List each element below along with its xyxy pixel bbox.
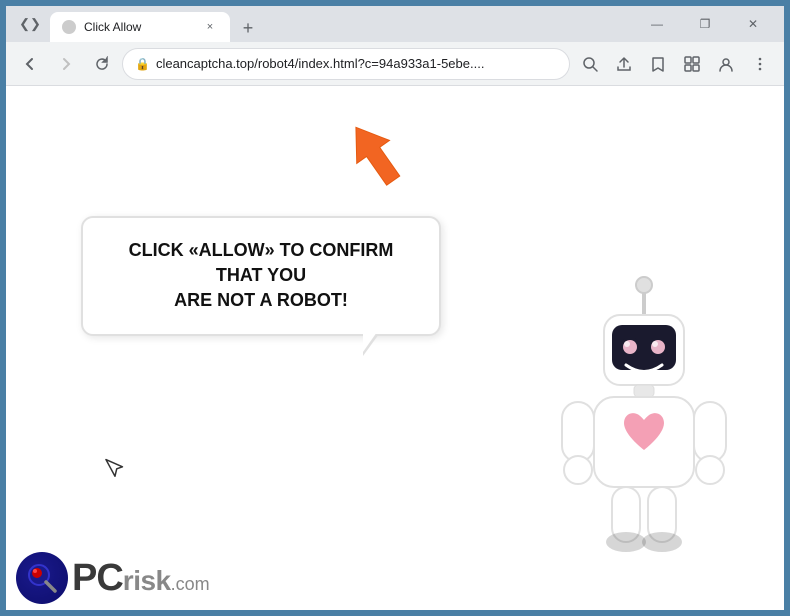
title-bar: ❮❯ Click Allow × + — ❐ ✕: [6, 6, 784, 42]
tab-area: Click Allow × +: [50, 6, 630, 42]
url-text: cleancaptcha.top/robot4/index.html?c=94a…: [156, 56, 557, 71]
back-button[interactable]: [14, 48, 46, 80]
tab-title: Click Allow: [84, 20, 194, 34]
browser-window: ❮❯ Click Allow × + — ❐ ✕ 🔒: [3, 3, 787, 613]
lock-icon: 🔒: [135, 57, 150, 71]
com-label: .com: [171, 574, 210, 595]
tab-favicon: [62, 20, 76, 34]
share-button[interactable]: [608, 48, 640, 80]
page-content: CLICK «ALLOW» TO CONFIRM THAT YOU ARE NO…: [6, 86, 784, 610]
maximize-button[interactable]: ❐: [682, 8, 728, 40]
risk-label: risk: [123, 565, 171, 597]
extension-button[interactable]: [676, 48, 708, 80]
pcrisk-text: PC risk .com: [72, 557, 210, 600]
pcrisk-logo: [16, 552, 68, 604]
toolbar-icons: [574, 48, 776, 80]
mouse-cursor: [104, 454, 129, 486]
speech-bubble: CLICK «ALLOW» TO CONFIRM THAT YOU ARE NO…: [81, 216, 441, 336]
window-controls: — ❐ ✕: [634, 8, 776, 40]
pcrisk-watermark: PC risk .com: [6, 546, 220, 610]
profile-button[interactable]: [710, 48, 742, 80]
minimize-button[interactable]: —: [634, 8, 680, 40]
new-tab-button[interactable]: +: [234, 14, 262, 42]
reload-button[interactable]: [86, 48, 118, 80]
robot-illustration: [544, 270, 744, 550]
bubble-text: CLICK «ALLOW» TO CONFIRM THAT YOU ARE NO…: [107, 238, 415, 314]
bookmark-button[interactable]: [642, 48, 674, 80]
pc-label: PC: [72, 557, 123, 600]
tab-close-button[interactable]: ×: [202, 19, 218, 35]
close-button[interactable]: ✕: [730, 8, 776, 40]
menu-button[interactable]: [744, 48, 776, 80]
toolbar: 🔒 cleancaptcha.top/robot4/index.html?c=9…: [6, 42, 784, 86]
address-bar[interactable]: 🔒 cleancaptcha.top/robot4/index.html?c=9…: [122, 48, 570, 80]
active-tab[interactable]: Click Allow ×: [50, 12, 230, 42]
search-button[interactable]: [574, 48, 606, 80]
tab-menu-icon[interactable]: ❮❯: [14, 8, 46, 40]
arrow-indicator: [336, 116, 416, 201]
forward-button[interactable]: [50, 48, 82, 80]
